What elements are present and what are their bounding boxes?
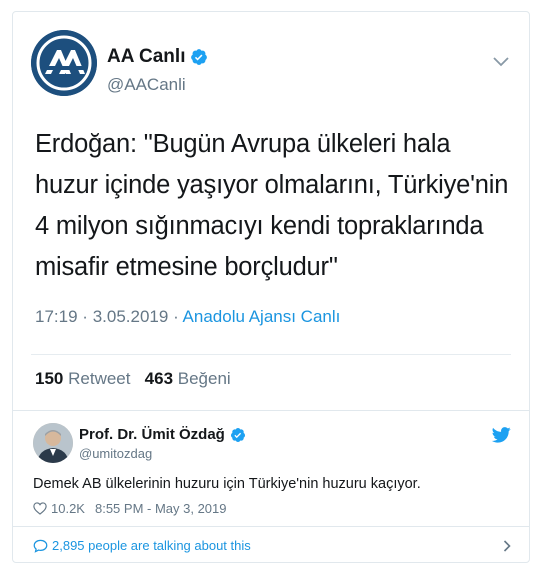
chevron-right-icon[interactable] xyxy=(503,540,511,552)
like-count: 463 xyxy=(144,369,174,388)
retweet-label: Retweet xyxy=(68,369,131,388)
author-display-name[interactable]: AA Canlı xyxy=(107,46,185,68)
speech-bubble-icon xyxy=(33,539,48,553)
tweet-stats: 150 Retweet 463 Beğeni xyxy=(35,369,231,389)
divider xyxy=(31,354,511,355)
related-tweet[interactable]: Prof. Dr. Ümit Özdağ @umitozdag Demek AB… xyxy=(13,410,529,527)
aa-logo-icon xyxy=(31,30,97,96)
quoted-timestamp[interactable]: 8:55 PM - May 3, 2019 xyxy=(95,501,227,516)
talking-about-link[interactable]: 2,895 people are talking about this xyxy=(52,538,251,553)
quoted-like-count[interactable]: 10.2K xyxy=(51,501,85,516)
chevron-down-icon[interactable] xyxy=(493,56,509,68)
profile-photo-icon xyxy=(33,423,73,463)
quoted-tweet-text: Demek AB ülkelerinin huzuru için Türkiye… xyxy=(33,476,421,492)
quoted-author-row[interactable]: Prof. Dr. Ümit Özdağ xyxy=(79,426,246,443)
heart-icon[interactable] xyxy=(33,502,47,515)
tweet-date[interactable]: 3.05.2019 xyxy=(93,307,169,326)
quoted-author-name[interactable]: Prof. Dr. Ümit Özdağ xyxy=(79,426,225,443)
avatar[interactable] xyxy=(31,30,97,96)
retweet-count: 150 xyxy=(35,369,64,388)
meta-separator: · xyxy=(82,307,88,326)
embedded-tweet-card: AA Canlı @AACanli Erdoğan: "Bugün Avrupa… xyxy=(12,11,530,563)
author-name-row[interactable]: AA Canlı xyxy=(107,46,208,68)
meta-separator: · xyxy=(173,307,179,326)
like-stat[interactable]: 463 Beğeni xyxy=(145,369,231,388)
tweet-header: AA Canlı @AACanli xyxy=(31,30,511,100)
tweet-time[interactable]: 17:19 xyxy=(35,307,78,326)
verified-badge-icon xyxy=(230,427,245,442)
verified-badge-icon xyxy=(191,49,208,65)
author-handle[interactable]: @AACanli xyxy=(107,75,186,95)
avatar[interactable] xyxy=(33,423,73,463)
conversation-footer[interactable]: 2,895 people are talking about this xyxy=(13,526,529,563)
twitter-bird-icon[interactable] xyxy=(492,427,511,443)
quoted-author-handle[interactable]: @umitozdag xyxy=(79,446,152,461)
like-label: Beğeni xyxy=(177,369,231,388)
tweet-meta: 17:19 · 3.05.2019 · Anadolu Ajansı Canlı xyxy=(35,307,340,327)
quoted-tweet-meta: 10.2K 8:55 PM - May 3, 2019 xyxy=(33,501,227,516)
tweet-text: Erdoğan: "Bugün Avrupa ülkeleri hala huz… xyxy=(35,130,509,281)
retweet-stat[interactable]: 150 Retweet xyxy=(35,369,130,388)
tweet-source-link[interactable]: Anadolu Ajansı Canlı xyxy=(183,307,341,326)
